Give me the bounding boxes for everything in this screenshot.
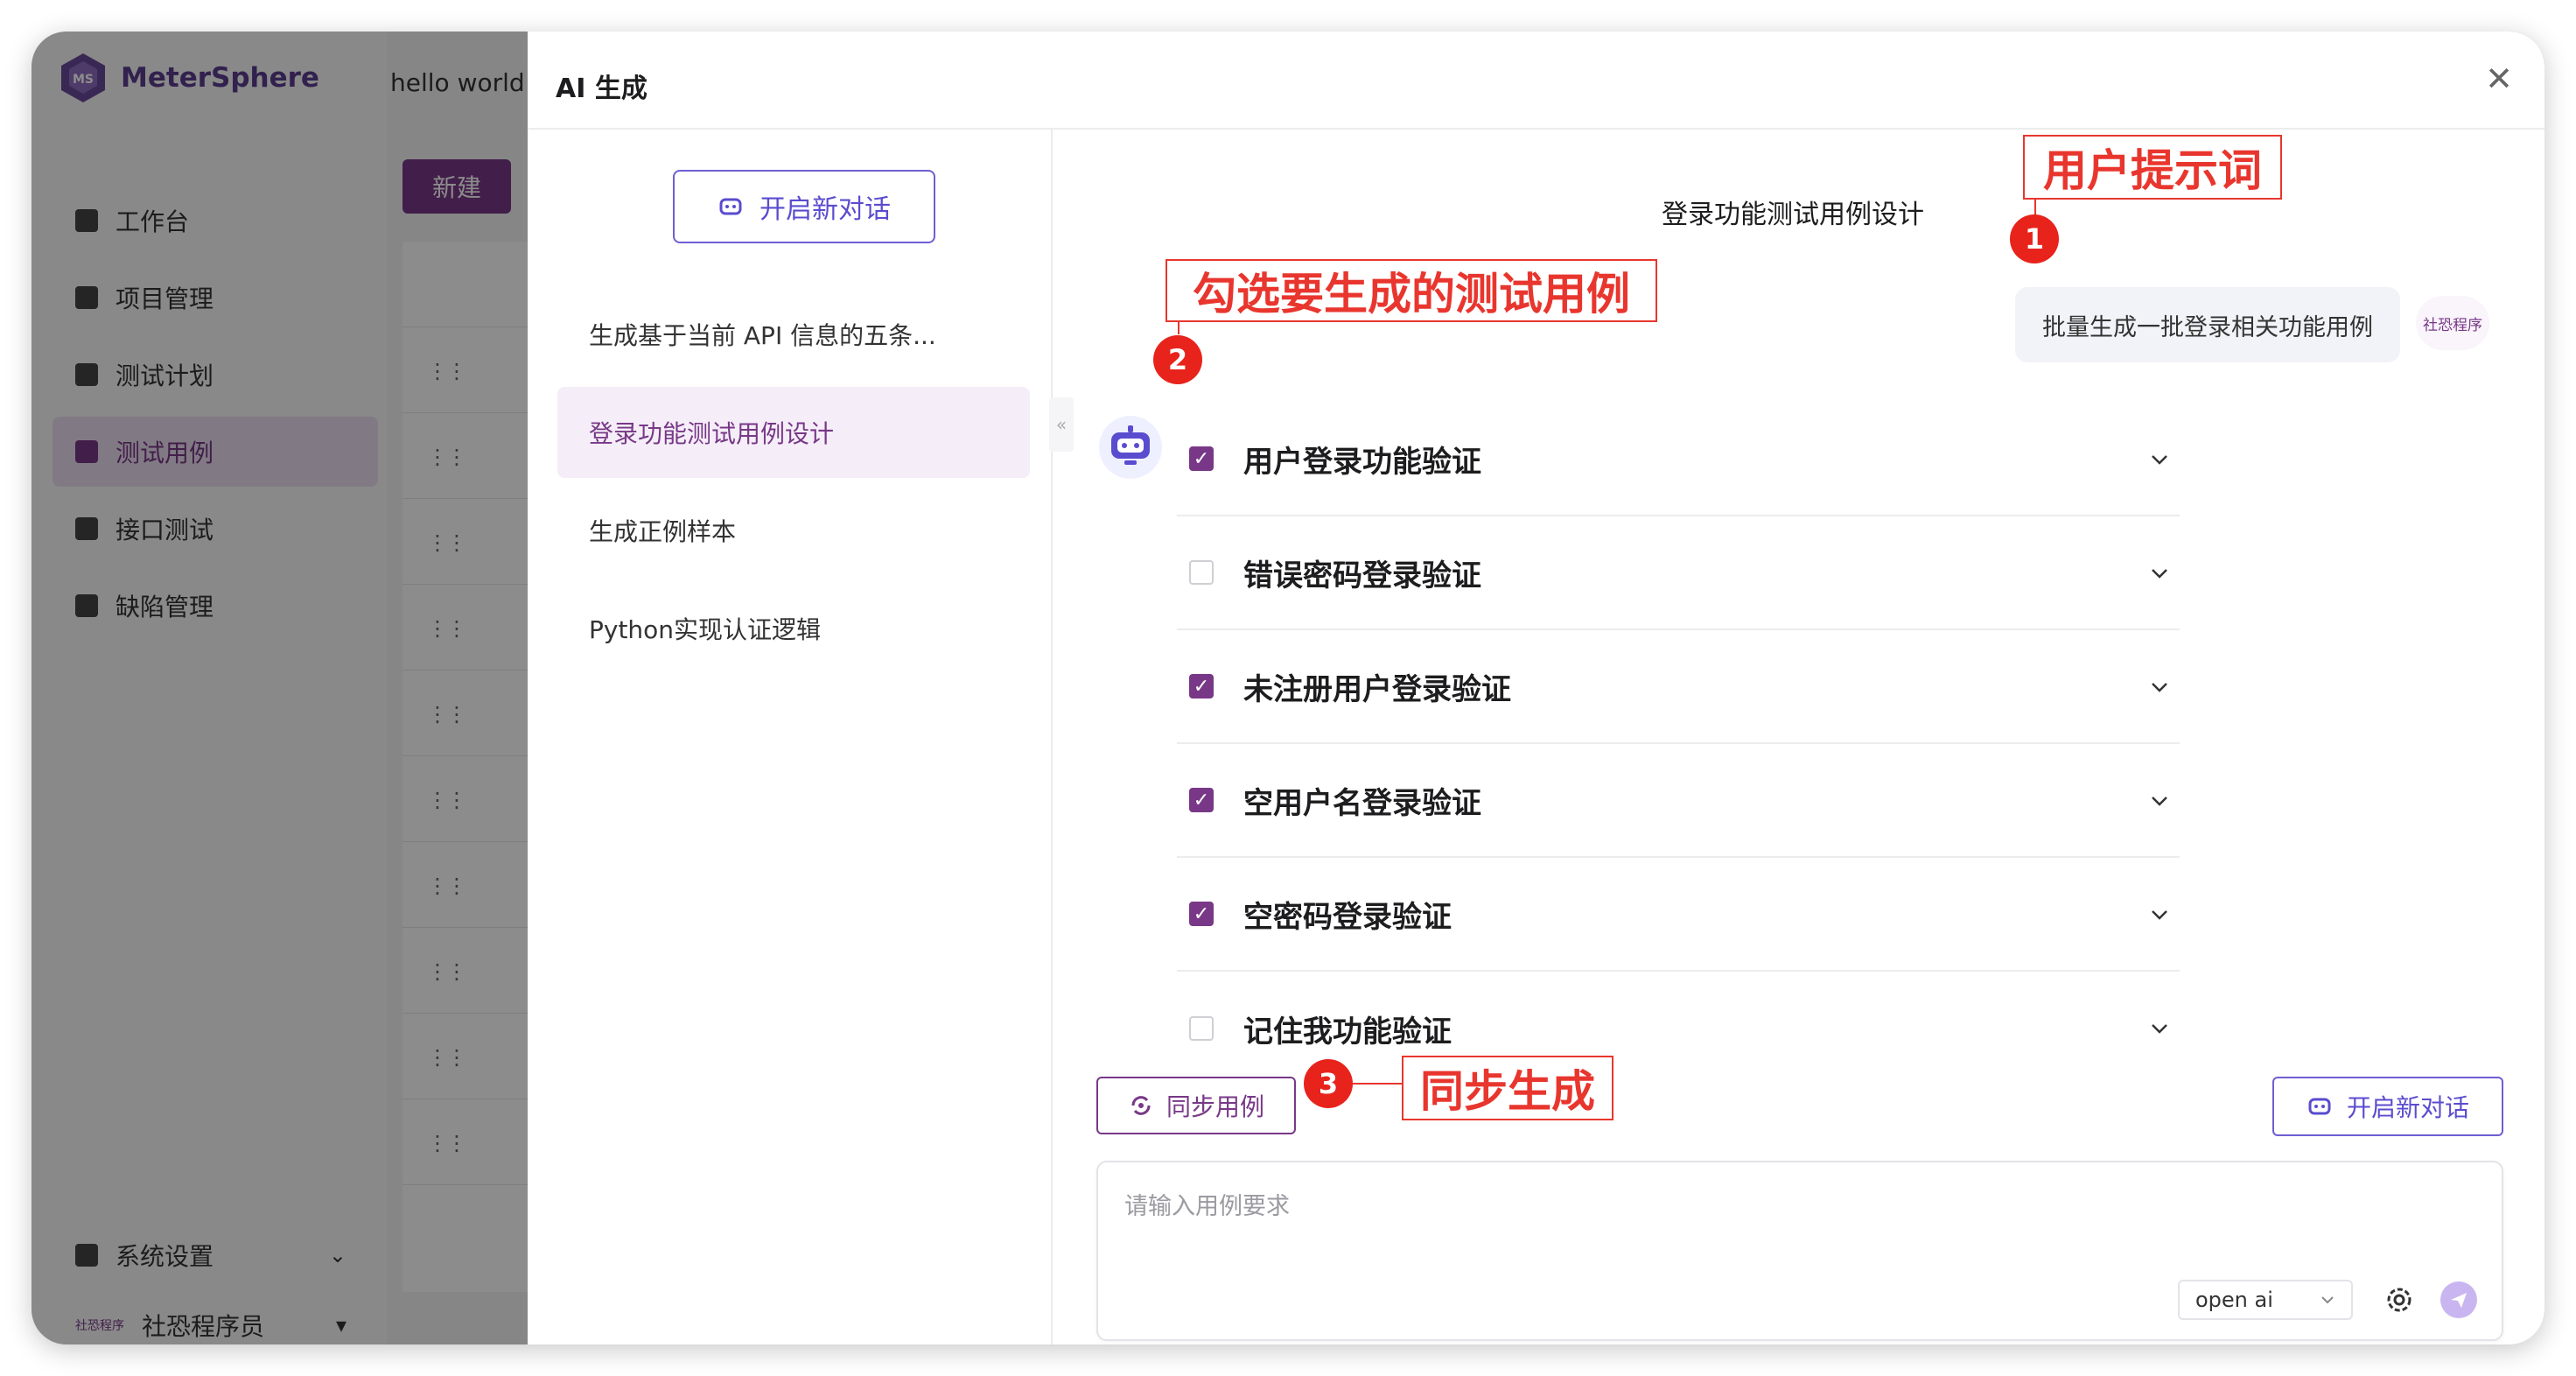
new-conversation-label: 开启新对话: [760, 194, 891, 225]
test-case-checkbox[interactable]: ✓: [1189, 788, 1214, 812]
test-case-checkbox[interactable]: [1189, 560, 1214, 585]
history-item[interactable]: 生成基于当前 API 信息的五条...: [557, 289, 1030, 380]
chevron-down-icon[interactable]: [2148, 562, 2171, 585]
test-case-checkbox[interactable]: ✓: [1189, 446, 1214, 471]
test-case-label: 空密码登录验证: [1243, 899, 1452, 935]
robot-icon: [2308, 1098, 2331, 1115]
gear-icon[interactable]: [2381, 1281, 2418, 1318]
sync-icon: [1131, 1096, 1151, 1115]
model-select-value: open ai: [2195, 1288, 2273, 1312]
new-conversation-bottom-label: 开启新对话: [2346, 1093, 2469, 1122]
test-case-row[interactable]: ✓ 空用户名登录验证: [1177, 744, 2180, 858]
chevron-down-icon[interactable]: [2148, 790, 2171, 812]
prompt-input[interactable]: [1124, 1187, 2472, 1248]
ai-generate-drawer: AI 生成 ✕ 开启新对话 生成基于当前 API 信息的五条... 登录功能测试用…: [528, 32, 2544, 1344]
prompt-input-box: open ai: [1096, 1161, 2503, 1341]
chevron-down-icon[interactable]: [2148, 903, 2171, 926]
test-case-checkbox[interactable]: ✓: [1189, 902, 1214, 926]
drawer-header: AI 生成 ✕: [528, 32, 2544, 130]
robot-icon: [719, 198, 742, 215]
chevron-down-icon: [2321, 1296, 2334, 1304]
test-case-label: 用户登录功能验证: [1243, 444, 1481, 480]
test-case-label: 空用户名登录验证: [1243, 785, 1481, 821]
annotation-2-number: 2: [1153, 335, 1202, 384]
conversation-title: 登录功能测试用例设计: [1662, 200, 1924, 230]
new-conversation-button-bottom[interactable]: 开启新对话: [2272, 1077, 2503, 1136]
history-item[interactable]: Python实现认证逻辑: [557, 583, 1030, 674]
test-case-label: 记住我功能验证: [1243, 1014, 1452, 1050]
chevron-down-icon[interactable]: [2148, 448, 2171, 471]
user-avatar: 社恐程序: [2416, 296, 2489, 350]
history-item[interactable]: 登录功能测试用例设计: [557, 387, 1030, 478]
new-conversation-button[interactable]: 开启新对话: [673, 170, 935, 243]
send-button[interactable]: [2440, 1281, 2477, 1318]
annotation-3-number: 3: [1304, 1059, 1353, 1108]
test-case-list: ✓ 用户登录功能验证 错误密码登录验证 ✓ 未注册用户登录验证 ✓ 空用户名登录验证 ✓ 空密码…: [1177, 403, 2180, 1085]
annotation-3-label: 同步生成: [1402, 1056, 1614, 1120]
test-case-row[interactable]: ✓ 用户登录功能验证: [1177, 403, 2180, 516]
model-select[interactable]: open ai: [2178, 1280, 2353, 1320]
test-case-row[interactable]: ✓ 未注册用户登录验证: [1177, 630, 2180, 744]
sync-cases-button[interactable]: 同步用例: [1096, 1077, 1296, 1134]
ai-bot-avatar-icon: [1099, 416, 1162, 479]
chevron-down-icon[interactable]: [2148, 676, 2171, 699]
history-item[interactable]: 生成正例样本: [557, 485, 1030, 576]
test-case-row[interactable]: ✓ 空密码登录验证: [1177, 858, 2180, 972]
drawer-title: AI 生成: [556, 74, 648, 104]
test-case-checkbox[interactable]: ✓: [1189, 674, 1214, 699]
close-icon[interactable]: ✕: [2482, 61, 2516, 96]
test-case-row[interactable]: 错误密码登录验证: [1177, 516, 2180, 630]
annotation-1-label: 用户提示词: [2023, 135, 2282, 200]
app-window: MS MeterSphere 工作台 项目管理 测试计划 测试用例 接口测试 缺陷管理 系…: [32, 32, 2544, 1344]
conversation-history: 开启新对话 生成基于当前 API 信息的五条... 登录功能测试用例设计 生成正例样…: [528, 130, 1053, 1344]
annotation-2-line: [1178, 322, 1180, 334]
test-case-label: 未注册用户登录验证: [1243, 671, 1511, 707]
user-message: 批量生成一批登录相关功能用例: [2015, 287, 2400, 362]
test-case-checkbox[interactable]: [1189, 1016, 1214, 1041]
test-case-label: 错误密码登录验证: [1243, 558, 1481, 593]
chevron-down-icon[interactable]: [2148, 1017, 2171, 1040]
annotation-3-line: [1353, 1083, 1402, 1085]
send-icon: [2451, 1293, 2467, 1308]
annotation-1-number: 1: [2010, 214, 2059, 263]
annotation-2-label: 勾选要生成的测试用例: [1166, 259, 1657, 322]
sync-cases-label: 同步用例: [1166, 1092, 1264, 1121]
